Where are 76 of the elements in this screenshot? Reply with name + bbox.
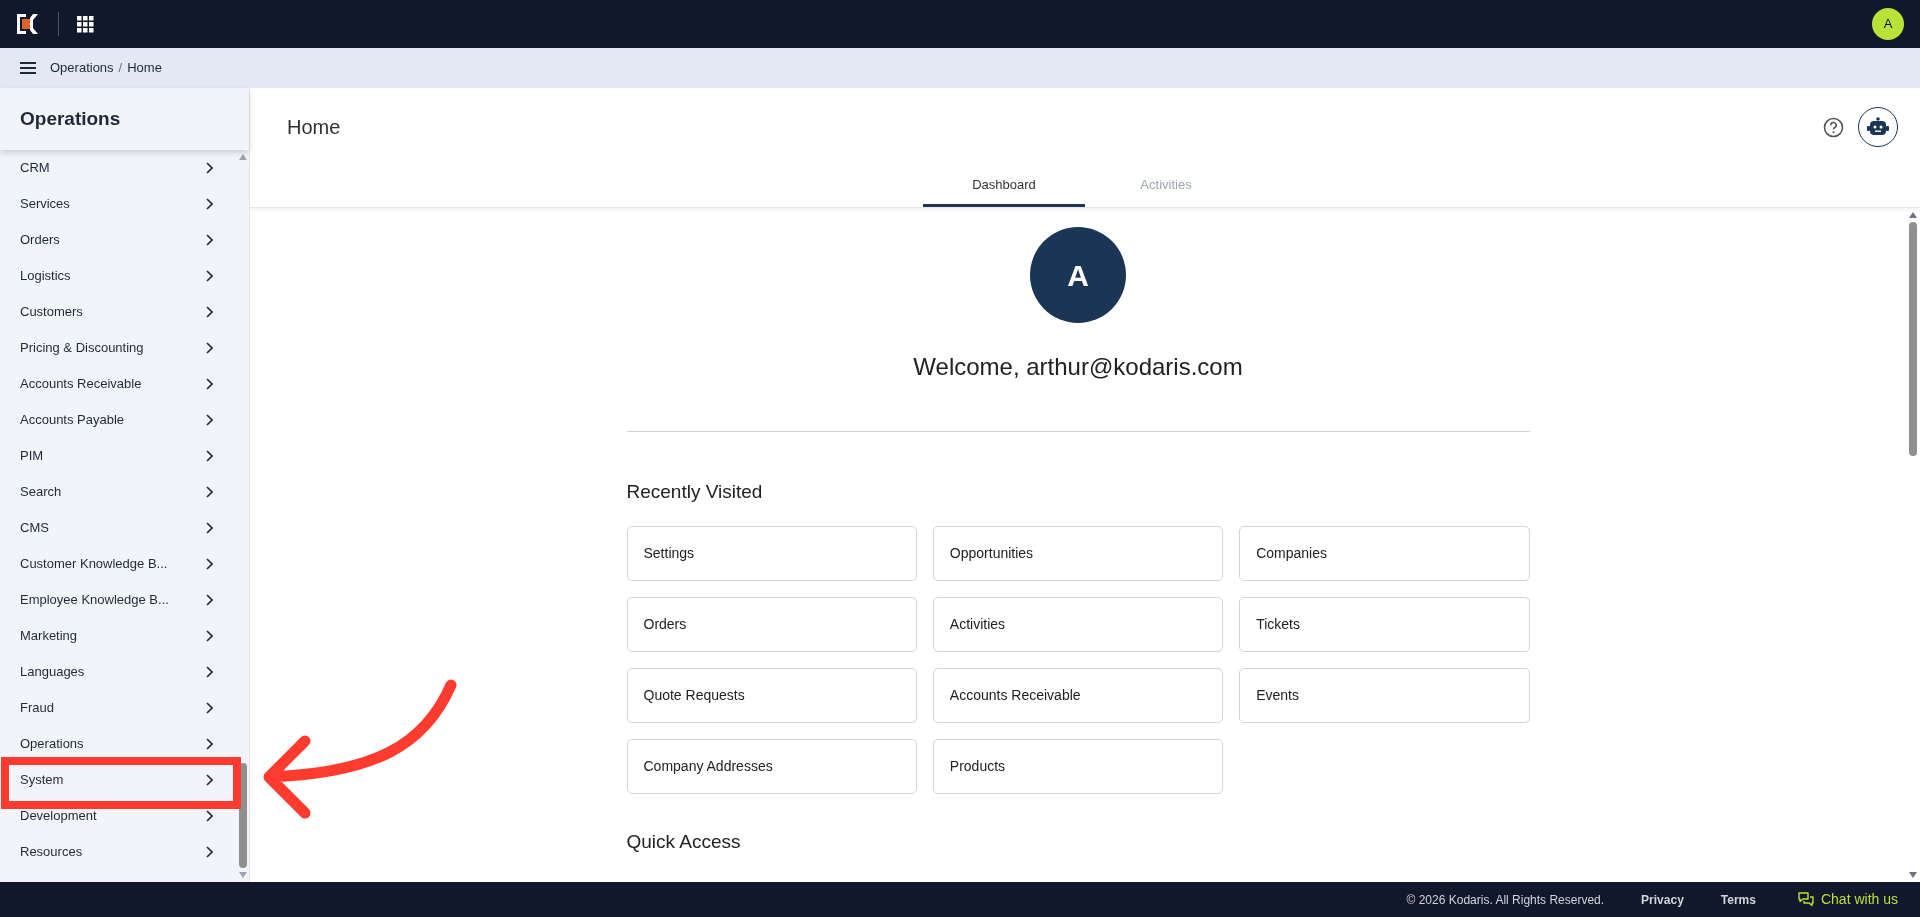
recent-link-card[interactable]: Tickets [1239,596,1530,652]
breadcrumb-separator: / [118,59,123,78]
scrollbar-thumb[interactable] [239,763,247,868]
sidebar-item[interactable]: Accounts Payable [0,402,237,438]
chevron-right-icon [205,558,213,570]
user-avatar: A [1030,227,1126,323]
recent-link-card[interactable]: Companies [1239,525,1530,581]
sidebar-item[interactable]: Customers [0,294,237,330]
scroll-up-icon[interactable] [1909,212,1917,218]
chevron-right-icon [205,234,213,246]
recent-link-card[interactable]: Orders [626,596,917,652]
sidebar-item[interactable]: Development [0,798,237,834]
sidebar-item[interactable]: CRM [0,150,237,186]
chevron-right-icon [205,522,213,534]
sidebar-item[interactable]: CMS [0,510,237,546]
chat-icon [1797,892,1814,907]
recent-link-card[interactable]: Products [932,738,1224,794]
recent-link-card[interactable]: Quote Requests [626,667,917,723]
sidebar-item[interactable]: Languages [0,654,237,690]
chevron-right-icon [205,378,213,390]
help-icon[interactable] [1823,116,1844,138]
sidebar-item[interactable]: Operations [0,726,237,762]
chevron-right-icon [205,198,213,210]
sidebar-item[interactable]: System [0,762,237,798]
scrollbar-thumb[interactable] [1909,222,1917,456]
breadcrumb-link[interactable]: Home [127,58,162,78]
chevron-right-icon [205,306,213,318]
scroll-down-icon[interactable] [1909,872,1917,878]
welcome-message: Welcome, arthur@kodaris.com [913,352,1243,382]
sidebar-title: Operations [20,106,121,131]
recent-link-card[interactable]: Company Addresses [626,738,917,794]
recent-link-card[interactable]: Settings [626,525,917,581]
chevron-right-icon [205,594,213,606]
menu-icon[interactable] [20,62,36,74]
sidebar-item[interactable]: Search [0,474,237,510]
sidebar-item[interactable]: Fraud [0,690,237,726]
sidebar-item[interactable]: Customer Knowledge B... [0,546,237,582]
chat-button[interactable]: Chat with us [1797,889,1898,910]
tab[interactable]: Dashboard [923,166,1085,207]
chevron-right-icon [205,486,213,498]
chevron-right-icon [205,630,213,642]
robot-icon [1867,117,1889,137]
chevron-right-icon [205,846,213,858]
sidebar-item[interactable]: Orders [0,222,237,258]
sidebar-item[interactable]: Accounts Receivable [0,366,237,402]
sidebar-item[interactable]: PIM [0,438,237,474]
footer-link[interactable]: Terms [1720,890,1756,909]
breadcrumb-link[interactable]: Operations [50,58,114,78]
sidebar-item[interactable]: Pricing & Discounting [0,330,237,366]
chevron-right-icon [205,450,213,462]
chevron-right-icon [205,738,213,750]
chevron-right-icon [205,666,213,678]
chevron-right-icon [205,774,213,786]
section-heading: Quick Access [626,829,741,854]
sidebar-item[interactable]: Resources [0,834,237,870]
recent-link-card[interactable]: Events [1239,667,1530,723]
recent-link-card[interactable]: Opportunities [932,525,1224,581]
page-title: Home [287,115,341,140]
apps-grid-icon[interactable] [77,15,94,33]
chevron-right-icon [205,702,213,714]
logo-icon[interactable] [16,13,40,35]
sidebar-item[interactable]: Employee Knowledge B... [0,582,237,618]
sidebar-item[interactable]: Marketing [0,618,237,654]
chevron-right-icon [205,270,213,282]
user-avatar[interactable]: A [1872,8,1904,40]
sidebar-item[interactable]: Logistics [0,258,237,294]
chevron-right-icon [205,342,213,354]
chevron-right-icon [205,810,213,822]
copyright-text: © 2026 Kodaris. All Rights Reserved. [1406,891,1605,909]
recent-link-card[interactable]: Activities [932,596,1224,652]
section-heading: Recently Visited [626,480,763,504]
recent-link-card[interactable]: Accounts Receivable [932,667,1224,723]
footer-link[interactable]: Privacy [1641,890,1684,909]
chevron-right-icon [205,414,213,426]
sidebar-item[interactable]: Services [0,186,237,222]
chevron-right-icon [205,162,213,174]
